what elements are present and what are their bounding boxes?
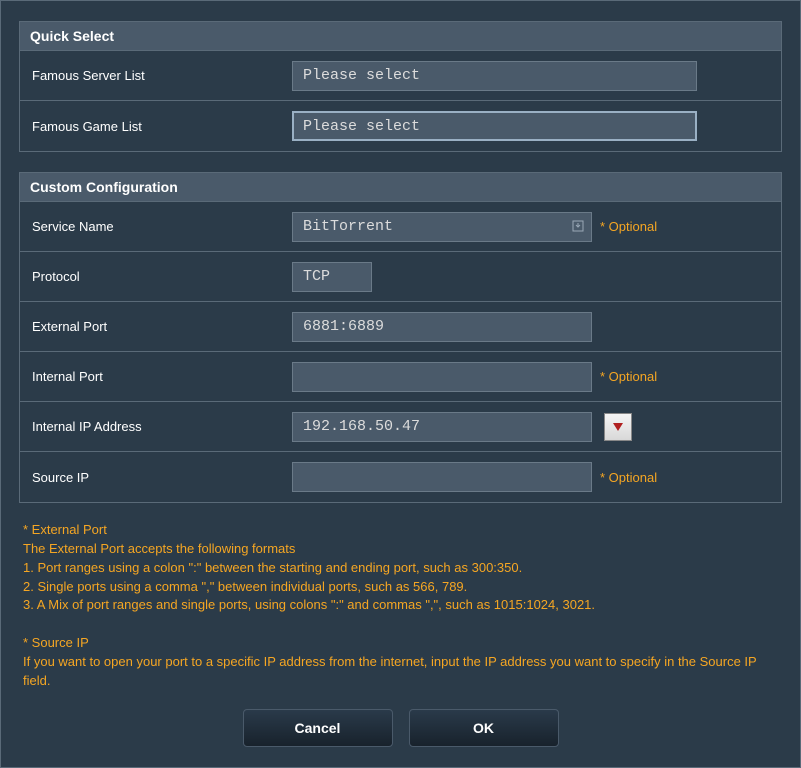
internal-ip-row: Internal IP Address [20, 402, 781, 452]
service-name-label: Service Name [20, 209, 280, 244]
famous-server-select[interactable]: Please select [292, 61, 697, 91]
protocol-row: Protocol TCP [20, 252, 781, 302]
ok-button[interactable]: OK [409, 709, 559, 747]
source-ip-optional: * Optional [600, 470, 657, 485]
protocol-label: Protocol [20, 259, 280, 294]
internal-port-optional: * Optional [600, 369, 657, 384]
internal-ip-input[interactable] [292, 412, 592, 442]
external-port-input[interactable] [292, 312, 592, 342]
internal-ip-label: Internal IP Address [20, 409, 280, 444]
source-ip-input[interactable] [292, 462, 592, 492]
help-source-title: * Source IP [23, 634, 778, 653]
internal-port-input[interactable] [292, 362, 592, 392]
dialog-container: Quick Select Famous Server List Please s… [0, 0, 801, 768]
help-external-line3: 3. A Mix of port ranges and single ports… [23, 596, 778, 615]
internal-ip-dropdown-button[interactable] [604, 413, 632, 441]
chevron-down-icon [613, 423, 623, 431]
famous-game-label: Famous Game List [20, 109, 280, 144]
service-name-row: Service Name * Optional [20, 202, 781, 252]
help-external-line0: The External Port accepts the following … [23, 540, 778, 559]
help-external-title: * External Port [23, 521, 778, 540]
help-external-line2: 2. Single ports using a comma "," betwee… [23, 578, 778, 597]
external-port-row: External Port [20, 302, 781, 352]
custom-config-section: Custom Configuration Service Name * Opti… [19, 172, 782, 503]
quick-select-header: Quick Select [20, 22, 781, 51]
external-port-label: External Port [20, 309, 280, 344]
cancel-button[interactable]: Cancel [243, 709, 393, 747]
internal-port-label: Internal Port [20, 359, 280, 394]
quick-select-section: Quick Select Famous Server List Please s… [19, 21, 782, 152]
famous-server-label: Famous Server List [20, 58, 280, 93]
help-source-body: If you want to open your port to a speci… [23, 653, 778, 691]
custom-config-header: Custom Configuration [20, 173, 781, 202]
help-external-line1: 1. Port ranges using a colon ":" between… [23, 559, 778, 578]
source-ip-row: Source IP * Optional [20, 452, 781, 502]
help-text: * External Port The External Port accept… [23, 521, 778, 691]
famous-game-row: Famous Game List Please select [20, 101, 781, 151]
internal-port-row: Internal Port * Optional [20, 352, 781, 402]
service-name-input[interactable] [292, 212, 592, 242]
protocol-select[interactable]: TCP [292, 262, 372, 292]
service-name-optional: * Optional [600, 219, 657, 234]
button-bar: Cancel OK [1, 709, 800, 747]
famous-game-select[interactable]: Please select [292, 111, 697, 141]
famous-server-row: Famous Server List Please select [20, 51, 781, 101]
source-ip-label: Source IP [20, 460, 280, 495]
